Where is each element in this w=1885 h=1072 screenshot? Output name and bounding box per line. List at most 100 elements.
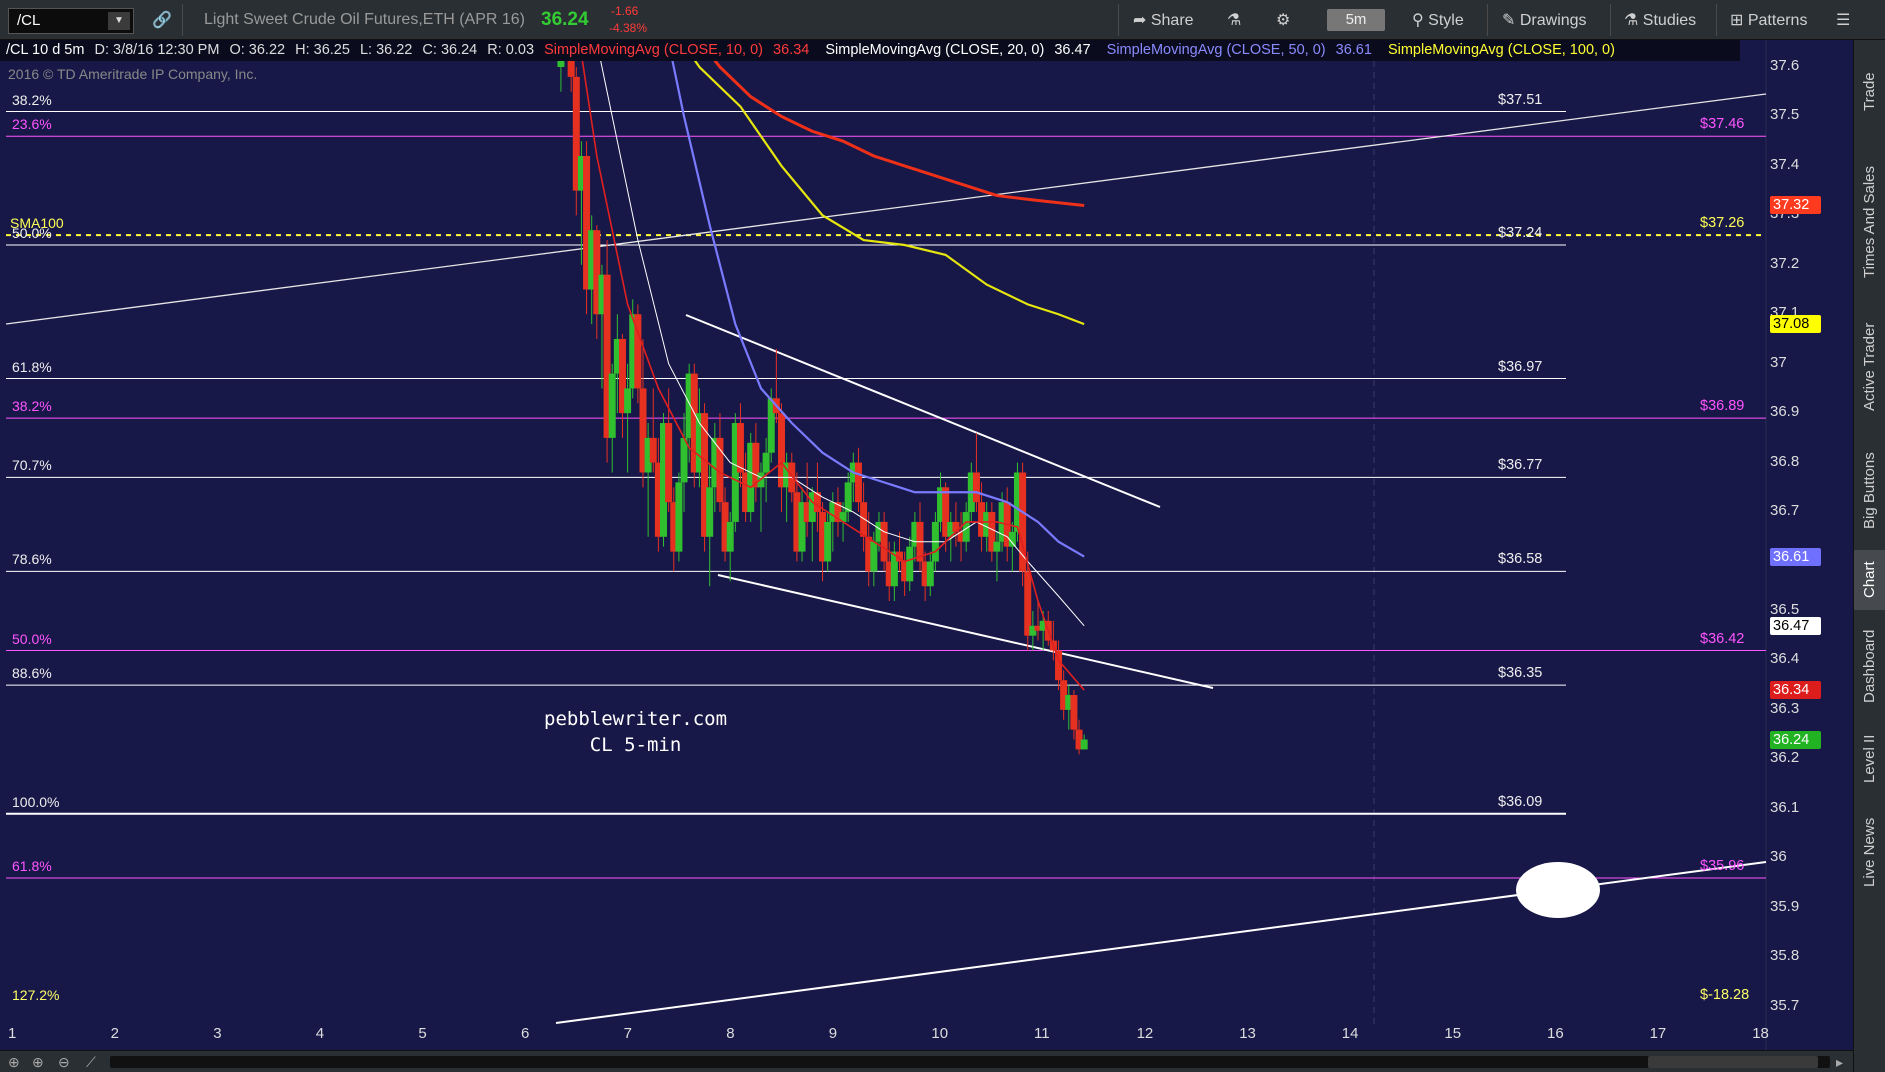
fib-level-label: 100.0% [12,793,60,810]
tab-dashboard[interactable]: Dashboard [1854,614,1885,718]
drawings-button[interactable]: ✎ Drawings [1502,10,1587,30]
y-axis-label: 36.3 [1770,699,1800,717]
zoom-bar: ⊕ ⊕ ⊖ ⟋ ▸ [0,1050,1853,1072]
study-sma10[interactable]: SimpleMovingAvg (CLOSE, 10, 0) 36.34 [544,42,815,58]
candle-body [706,487,714,537]
symbol-text: /CL [17,12,41,29]
toolbar-divider [1716,4,1717,36]
y-axis-label: 37.4 [1770,155,1800,173]
pencil-icon: ✎ [1502,12,1516,29]
fib-price-label: $36.97 [1498,358,1543,375]
scrollbar-thumb[interactable] [1648,1056,1818,1068]
tab-level-ii[interactable]: Level II [1854,720,1885,798]
studies-button[interactable]: ⚗ Studies [1624,10,1696,30]
fib-price-label: $36.58 [1498,551,1543,568]
fib-level-label: 70.7% [12,457,52,474]
fib-level-label: 38.2% [12,91,52,108]
fib-level-label: 23.6% [12,116,52,133]
x-axis-label: 2 [110,1025,119,1042]
studies-label: Studies [1642,12,1697,29]
style-label: Style [1428,12,1464,29]
timeframe-button[interactable]: 5m [1327,9,1385,31]
flask-icon[interactable]: ⚗ [1227,10,1241,30]
price-axis-tag: 37.32 [1770,196,1821,215]
candle-body [870,541,878,572]
x-axis-label: 5 [418,1025,427,1042]
tab-live-news[interactable]: Live News [1854,802,1885,902]
price-axis-tag: 36.24 [1770,730,1821,749]
study-label: SimpleMovingAvg (CLOSE, 50, 0) [1106,42,1326,58]
x-axis-label: 12 [1136,1025,1154,1042]
patterns-icon: ⊞ [1730,12,1744,29]
candle-body [624,388,632,414]
tab-active-trader[interactable]: Active Trader [1854,308,1885,426]
study-sma50[interactable]: SimpleMovingAvg (CLOSE, 50, 0) 36.61 [1107,42,1378,58]
bar-range: R: 0.03 [487,42,535,58]
fib-price-label: $36.77 [1498,457,1543,474]
y-axis-label: 35.7 [1770,996,1800,1014]
x-axis-label: 1 [8,1025,17,1042]
net-change: -1.66 [611,4,639,18]
y-axis-label: 37.5 [1770,106,1800,124]
x-axis-label: 18 [1752,1025,1769,1042]
x-axis-label: 14 [1341,1025,1359,1042]
symbol-selector[interactable]: /CL ▼ [8,8,134,34]
sma100-tag: SMA100 [10,215,64,232]
watermark-line1: pebblewriter.com [544,708,728,730]
x-axis-label: 10 [931,1025,949,1042]
y-axis-label: 35.9 [1770,897,1800,915]
price-axis-tag: 37.08 [1770,315,1821,334]
chart-scrollbar[interactable] [110,1056,1830,1068]
patterns-button[interactable]: ⊞ Patterns [1730,10,1807,30]
fib-level-label: 38.2% [12,398,52,415]
gear-icon[interactable]: ⚙ [1276,10,1290,30]
share-button[interactable]: ➦ Share [1133,10,1194,30]
expand-icon[interactable]: ▸ [1836,1054,1843,1071]
share-icon: ➦ [1133,12,1147,29]
chart-area[interactable]: /CL 10 d 5m D: 3/8/16 12:30 PM O: 36.22 … [0,40,1853,1050]
y-axis-label: 36.2 [1770,749,1800,767]
x-axis-label: 13 [1239,1025,1256,1042]
fib-price-label: $35.96 [1700,857,1745,874]
x-axis-label: 3 [213,1025,222,1042]
target-ellipse [1516,862,1600,918]
study-sma100[interactable]: SimpleMovingAvg (CLOSE, 100, 0) [1388,42,1621,58]
candle-body [972,472,980,503]
tab-times-and-sales[interactable]: Times And Sales [1854,152,1885,292]
study-value: 36.61 [1335,42,1372,58]
fib-level-label: 61.8% [12,857,52,874]
chart-toolbar: /CL ▼ 🔗 Light Sweet Crude Oil Futures,ET… [0,0,1885,40]
price-chart[interactable] [0,40,1853,1050]
symbol-period: /CL 10 d 5m [6,42,85,58]
drag-icon[interactable]: ⟋ [86,1054,96,1071]
sma100-price-tag: $37.26 [1700,215,1745,232]
price-axis-tag: 36.47 [1770,616,1821,635]
fib-price-label: $36.89 [1700,398,1745,415]
y-axis-label: 36.1 [1770,798,1800,816]
instrument-description: Light Sweet Crude Oil Futures,ETH (APR 1… [204,11,526,28]
study-label: SimpleMovingAvg (CLOSE, 100, 0) [1387,42,1615,58]
tab-chart[interactable]: Chart [1854,550,1885,610]
candle-body [649,437,657,463]
candle-body [854,462,862,503]
tab-big-buttons[interactable]: Big Buttons [1854,438,1885,544]
link-icon[interactable]: 🔗 [152,10,172,30]
style-icon: ⚲ [1412,12,1424,29]
copyright-notice: 2016 © TD Ameritrade IP Company, Inc. [8,66,258,82]
y-axis-label: 37.2 [1770,254,1800,272]
tab-trade[interactable]: Trade [1854,52,1885,132]
style-button[interactable]: ⚲ Style [1412,10,1464,30]
zoom-out-icon[interactable]: ⊖ [58,1054,70,1071]
candle-body [926,561,934,587]
study-value: 36.34 [773,42,810,58]
study-value: 36.47 [1054,42,1091,58]
price-axis-tag: 36.61 [1770,547,1821,566]
zoom-in-icon[interactable]: ⊕ [32,1054,44,1071]
menu-icon[interactable]: ☰ [1836,10,1850,30]
chevron-down-icon[interactable]: ▼ [108,12,130,30]
fib-price-label: $36.09 [1498,793,1543,810]
chart-header: /CL 10 d 5m D: 3/8/16 12:30 PM O: 36.22 … [0,40,1740,61]
zoom-reset-icon[interactable]: ⊕ [8,1054,20,1071]
x-axis-label: 15 [1444,1025,1462,1042]
study-sma20[interactable]: SimpleMovingAvg (CLOSE, 20, 0) 36.47 [825,42,1096,58]
